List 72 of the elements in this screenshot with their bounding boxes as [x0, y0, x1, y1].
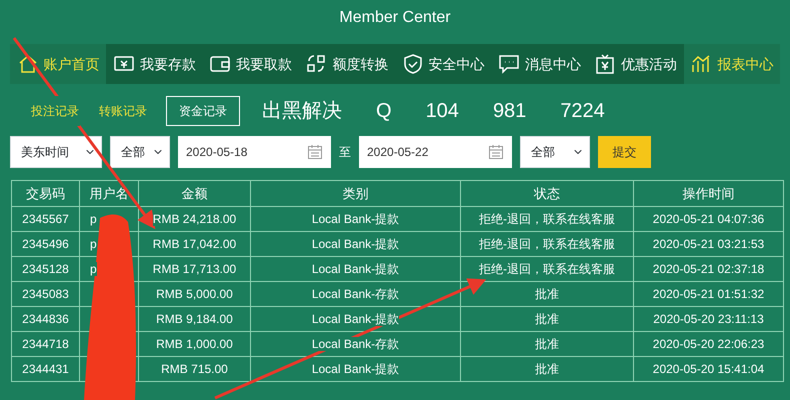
table-cell: 拒绝-退回，联系在线客服: [479, 212, 615, 226]
record-tab[interactable]: 资金记录: [166, 96, 240, 126]
column-header: 操作时间: [634, 180, 784, 206]
column-header: 状态: [460, 180, 634, 206]
table-cell: 2020-05-21 02:37:18: [652, 262, 764, 276]
table-cell: 2345496: [22, 237, 69, 251]
table-cell: 拒绝-退回，联系在线客服: [479, 262, 615, 276]
submit-button[interactable]: 提交: [598, 136, 651, 168]
table-cell: 2020-05-21 03:21:53: [652, 237, 764, 251]
table-cell: RMB 9,184.00: [156, 312, 233, 326]
banner-text: 出黑解决: [262, 99, 342, 124]
column-header: 交易码: [12, 180, 80, 206]
table-cell: Local Bank-提款: [312, 212, 400, 226]
swap-icon: [305, 53, 328, 75]
table-cell: 2345083: [22, 287, 69, 301]
table-cell: Local Bank-存款: [312, 337, 400, 351]
column-header: 类别: [250, 180, 460, 206]
table-cell: Local Bank-存款: [312, 287, 400, 301]
table-cell: 2020-05-21 01:51:32: [652, 287, 764, 301]
nav-tab[interactable]: 额度转换: [298, 44, 395, 84]
banner-text: 7224: [560, 99, 605, 124]
table-cell: 2020-05-20 23:11:13: [653, 312, 764, 326]
column-header: 用户名: [80, 180, 138, 206]
nav-tab[interactable]: 我要存款: [106, 44, 202, 84]
table-cell: 批准: [535, 337, 559, 351]
nav-tab[interactable]: 消息中心: [491, 44, 588, 84]
gift-icon: [594, 53, 616, 75]
timezone-select[interactable]: 美东时间: [10, 136, 102, 168]
shield-icon: [402, 53, 424, 75]
calendar-icon[interactable]: [307, 144, 323, 160]
table-cell: 批准: [535, 312, 559, 326]
date-field[interactable]: 2020-05-18: [178, 136, 331, 168]
nav-tab[interactable]: 优惠活动: [588, 44, 684, 84]
banner-text: 104: [426, 99, 459, 124]
table-cell: RMB 17,042.00: [152, 237, 236, 251]
table-cell: Local Bank-提款: [312, 362, 400, 376]
record-tab[interactable]: 投注记录: [30, 96, 80, 126]
table-cell: 2345567: [22, 212, 69, 226]
table-cell: 2344836: [22, 312, 69, 326]
table-cell: 拒绝-退回，联系在线客服: [479, 237, 615, 251]
table-cell: RMB 24,218.00: [152, 212, 236, 226]
type-select[interactable]: 全部: [110, 136, 170, 168]
table-cell: 2344718: [22, 337, 69, 351]
table-cell: RMB 1,000.00: [156, 337, 233, 351]
calendar-icon[interactable]: [488, 144, 504, 160]
table-cell: 2020-05-20 15:41:04: [652, 362, 764, 376]
chart-icon: [690, 53, 712, 75]
nav-tab[interactable]: 安全中心: [395, 44, 492, 84]
date-field[interactable]: 2020-05-22: [359, 136, 512, 168]
nav-tab[interactable]: 我要取款: [202, 44, 299, 84]
table-cell: 2344431: [22, 362, 69, 376]
range-separator: 至: [339, 144, 351, 161]
chat-icon: [498, 53, 520, 75]
table-cell: Local Bank-提款: [312, 312, 400, 326]
table-cell: 2020-05-20 22:06:23: [652, 337, 764, 351]
table-cell: 批准: [535, 287, 559, 301]
nav-tab[interactable]: 报表中心: [684, 44, 780, 84]
table-cell: RMB 5,000.00: [156, 287, 233, 301]
table-cell: Local Bank-提款: [312, 262, 400, 276]
table-cell: RMB 17,713.00: [152, 262, 236, 276]
table-cell: 2345128: [22, 262, 69, 276]
status-select[interactable]: 全部: [520, 136, 590, 168]
banner-text: Q: [376, 99, 392, 124]
table-cell: Local Bank-提款: [312, 237, 400, 251]
table-cell: 批准: [535, 362, 559, 376]
page-subtitle: Member Center: [339, 9, 451, 26]
table-cell: 2020-05-21 04:07:36: [652, 212, 764, 226]
nav-tab[interactable]: 账户首页: [10, 44, 106, 84]
table-cell: RMB 715.00: [161, 362, 228, 376]
column-header: 金额: [138, 180, 250, 206]
banner-text: 981: [492, 99, 526, 124]
table-cell: p: [90, 262, 97, 276]
